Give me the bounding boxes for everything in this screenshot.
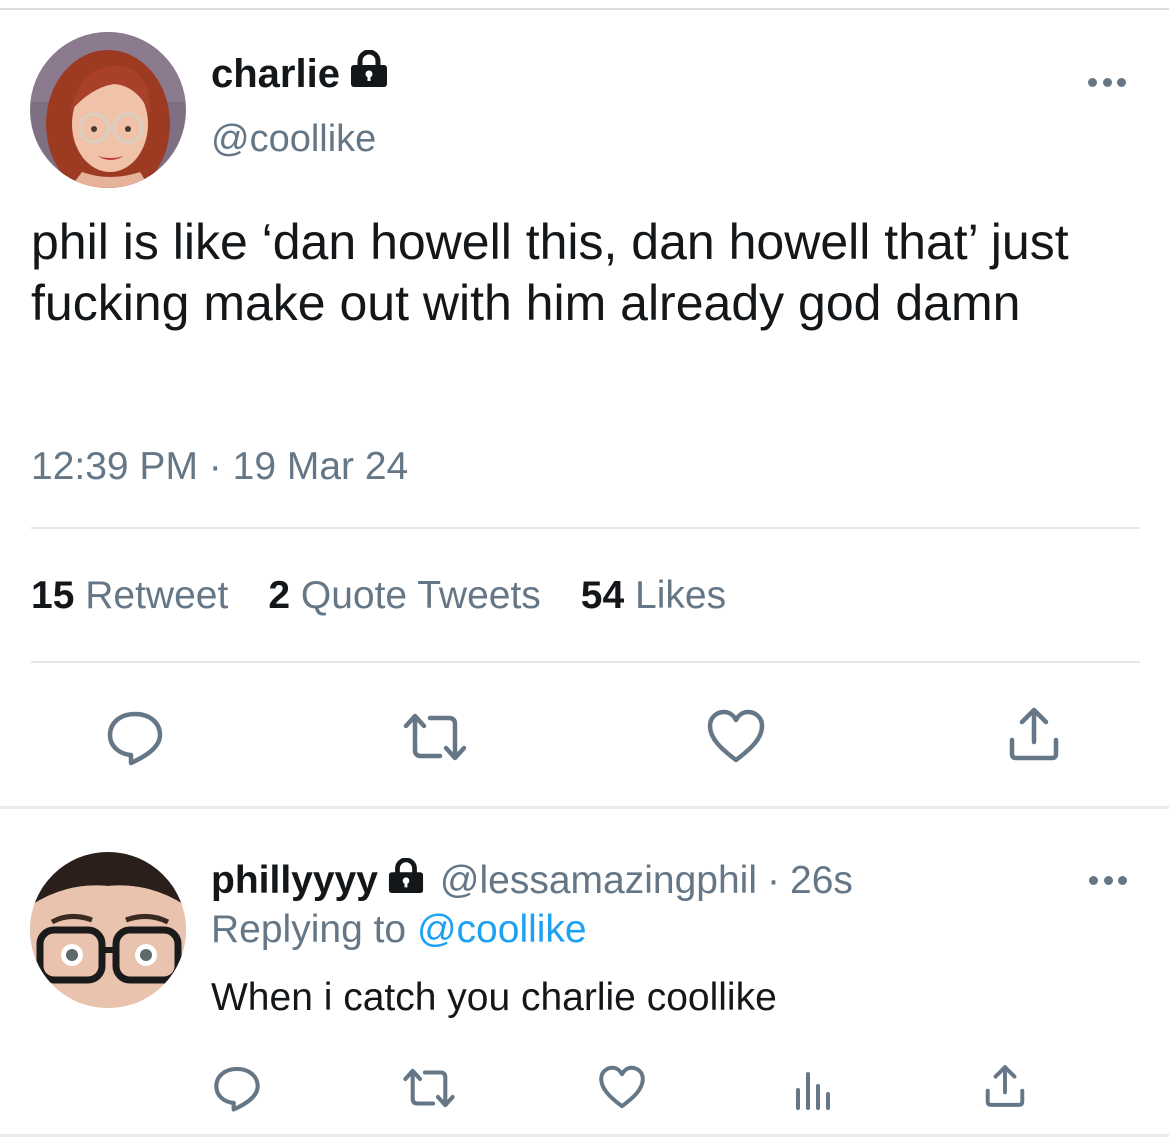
author-avatar[interactable] — [30, 32, 186, 188]
retweets-count: 15 — [31, 574, 75, 617]
reply-text: When i catch you charlie coollike — [211, 976, 777, 1019]
likes-label: Likes — [635, 574, 727, 617]
likes-stat[interactable]: 54 Likes — [581, 574, 726, 618]
top-divider — [0, 8, 1169, 10]
replying-to: Replying to @coollike — [211, 908, 587, 952]
tweet-detail-page: charlie @coollike phil is like ‘dan howe… — [0, 0, 1169, 1138]
author-name-row[interactable]: charlie — [211, 49, 390, 98]
retweet-icon[interactable] — [400, 710, 470, 764]
replying-mention[interactable]: @coollike — [417, 908, 587, 951]
reply-reply-icon[interactable] — [213, 1064, 261, 1112]
reply-handle[interactable]: @lessamazingphil — [440, 859, 757, 903]
author-handle[interactable]: @coollike — [211, 118, 376, 161]
bottom-divider — [0, 1134, 1169, 1137]
more-options-icon[interactable] — [1088, 72, 1126, 92]
reply-like-icon[interactable] — [598, 1064, 646, 1110]
replying-prefix: Replying to — [211, 908, 407, 951]
share-icon[interactable] — [1006, 704, 1062, 764]
reply-display-name[interactable]: phillyyyy — [211, 859, 378, 903]
tweet-stats: 15 Retweet 2 Quote Tweets 54 Likes — [31, 574, 726, 618]
retweets-stat[interactable]: 15 Retweet — [31, 574, 228, 618]
section-divider — [0, 806, 1169, 809]
reply-separator: · — [767, 859, 780, 902]
tweet-timestamp: 12:39 PM · 19 Mar 24 — [31, 445, 408, 489]
reply-share-icon[interactable] — [983, 1062, 1027, 1110]
analytics-icon[interactable] — [793, 1066, 833, 1110]
author-display-name[interactable]: charlie — [211, 52, 340, 97]
likes-count: 54 — [580, 574, 625, 617]
quotes-label: Quote Tweets — [300, 574, 541, 617]
retweets-label: Retweet — [85, 574, 229, 617]
tweet-time: 12:39 PM — [31, 445, 198, 488]
tweet-date: 19 Mar 24 — [232, 445, 409, 488]
meta-separator: · — [208, 445, 222, 488]
tweet-text: phil is like ‘dan howell this, dan howel… — [31, 214, 1069, 331]
stats-bottom-divider — [31, 661, 1140, 663]
lock-icon — [386, 857, 426, 904]
lock-icon — [348, 49, 390, 98]
reply-age: 26s — [790, 859, 853, 902]
like-icon[interactable] — [706, 708, 766, 764]
stats-top-divider — [31, 527, 1140, 529]
quote-tweets-stat[interactable]: 2 Quote Tweets — [268, 574, 540, 618]
reply-retweet-icon[interactable] — [400, 1066, 458, 1110]
reply-icon[interactable] — [106, 708, 164, 766]
reply-header: phillyyyy @lessamazingphil · 26s — [211, 857, 853, 904]
quotes-count: 2 — [268, 574, 291, 617]
reply-author-avatar[interactable] — [30, 852, 186, 1008]
reply-more-options-icon[interactable] — [1089, 870, 1127, 890]
